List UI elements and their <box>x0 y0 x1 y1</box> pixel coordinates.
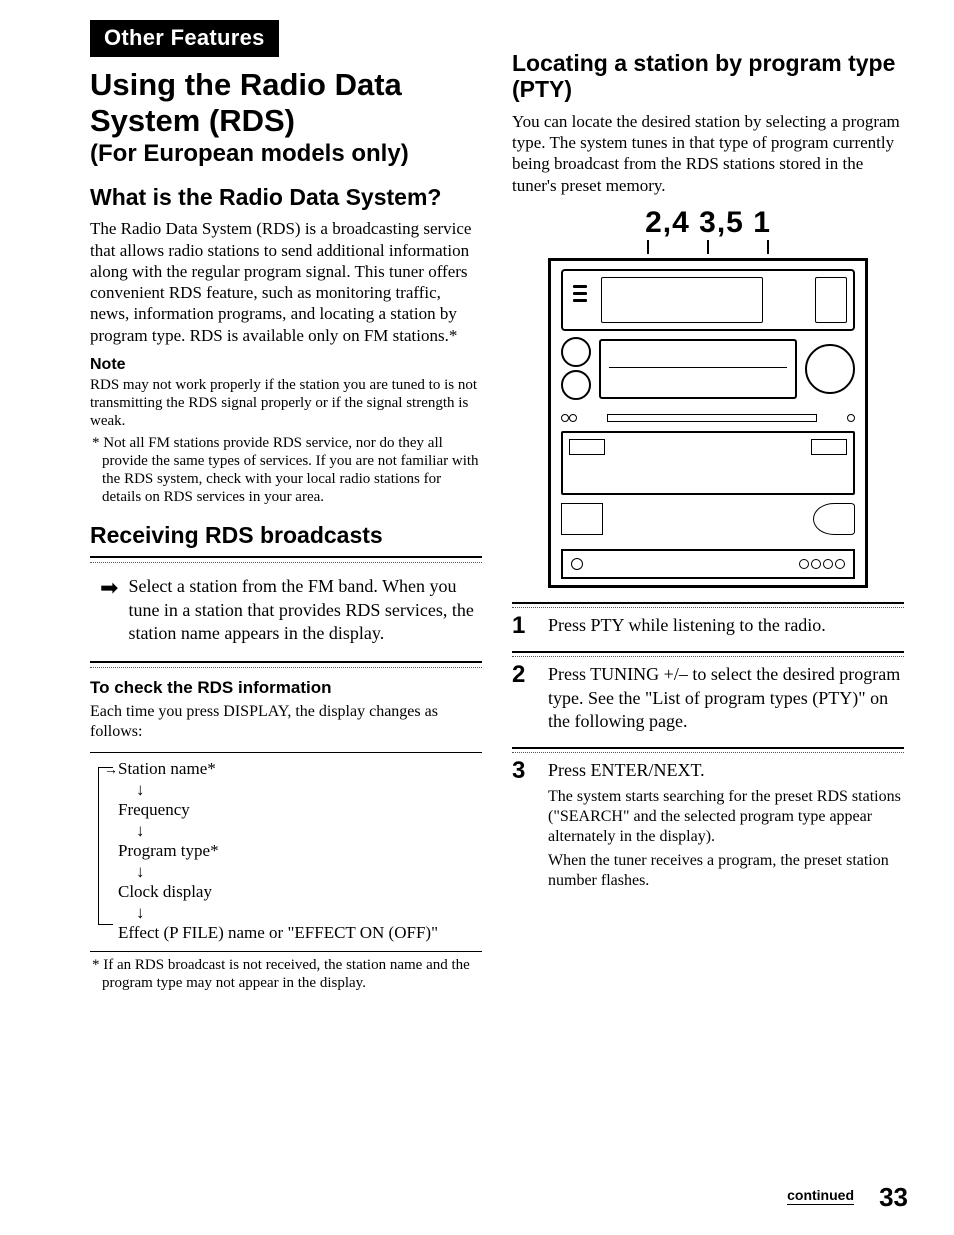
arrow-down-icon: ↓ <box>136 863 482 880</box>
cycle-item: Clock display <box>118 882 482 902</box>
two-column-layout: Other Features Using the Radio Data Syst… <box>90 20 904 996</box>
note-body: RDS may not work properly if the station… <box>90 376 482 430</box>
cycle-item: Program type* <box>118 841 482 861</box>
right-column: Locating a station by program type (PTY)… <box>512 20 904 996</box>
rule-divider <box>90 556 482 563</box>
continued-label: continued <box>787 1187 854 1205</box>
step-subtext: The system starts searching for the pres… <box>548 787 904 847</box>
illustration-button-strip <box>561 411 855 425</box>
callout-ticks <box>512 240 904 254</box>
stereo-system-illustration <box>548 258 868 588</box>
cycle-item: Effect (P FILE) name or "EFFECT ON (OFF)… <box>118 923 482 943</box>
illustration-dials-row <box>561 333 855 405</box>
cycle-loop-line <box>98 767 111 925</box>
step-text: Press PTY while listening to the radio. <box>548 614 904 637</box>
paragraph-locating-station: You can locate the desired station by se… <box>512 111 904 196</box>
page: Other Features Using the Radio Data Syst… <box>0 0 954 1235</box>
heading-receiving-rds: Receiving RDS broadcasts <box>90 522 482 548</box>
step-number: 2 <box>512 661 525 689</box>
arrow-right-icon: ➡ <box>100 575 118 645</box>
section-tab: Other Features <box>90 20 279 57</box>
step-number: 1 <box>512 612 525 640</box>
steps-list: 1 Press PTY while listening to the radio… <box>512 602 904 905</box>
page-number: 33 <box>879 1182 908 1213</box>
footnote-rds-not-received: * If an RDS broadcast is not received, t… <box>90 956 482 992</box>
step-item: 1 Press PTY while listening to the radio… <box>512 602 904 651</box>
cycle-item: Frequency <box>118 800 482 820</box>
step-item: 3 Press ENTER/NEXT. The system starts se… <box>512 747 904 904</box>
page-title: Using the Radio Data System (RDS) <box>90 67 482 138</box>
paragraph-what-is-rds: The Radio Data System (RDS) is a broadca… <box>90 218 482 346</box>
heading-locating-station: Locating a station by program type (PTY) <box>512 50 904 103</box>
cycle-item: Station name* <box>118 759 482 779</box>
note-label: Note <box>90 356 482 374</box>
step-text: Press TUNING +/– to select the desired p… <box>548 663 904 733</box>
page-subtitle: (For European models only) <box>90 140 482 168</box>
illustration-tape-deck <box>561 431 855 495</box>
step-subtext: When the tuner receives a program, the p… <box>548 851 904 891</box>
illustration-display-unit <box>561 269 855 331</box>
footnote-fm-stations: * Not all FM stations provide RDS servic… <box>90 434 482 506</box>
step-item: 2 Press TUNING +/– to select the desired… <box>512 651 904 747</box>
left-column: Other Features Using the Radio Data Syst… <box>90 20 482 996</box>
step-number: 3 <box>512 757 525 785</box>
instruction-text: Select a station from the FM band. When … <box>128 575 482 645</box>
arrow-down-icon: ↓ <box>136 781 482 798</box>
rule-divider <box>90 661 482 668</box>
illustration-base <box>561 549 855 579</box>
paragraph-check-rds: Each time you press DISPLAY, the display… <box>90 702 482 742</box>
diagram-callout-numbers: 2,4 3,5 1 <box>512 206 904 240</box>
heading-what-is-rds: What is the Radio Data System? <box>90 184 482 210</box>
heading-check-rds-info: To check the RDS information <box>90 678 482 698</box>
instruction-row: ➡ Select a station from the FM band. Whe… <box>90 571 482 655</box>
arrow-down-icon: ↓ <box>136 904 482 921</box>
arrow-loop-icon: → <box>104 763 118 779</box>
display-cycle-diagram: → Station name* ↓ Frequency ↓ Program ty… <box>90 752 482 952</box>
step-text: Press ENTER/NEXT. <box>548 759 904 782</box>
illustration-lower-row <box>561 497 855 541</box>
arrow-down-icon: ↓ <box>136 822 482 839</box>
